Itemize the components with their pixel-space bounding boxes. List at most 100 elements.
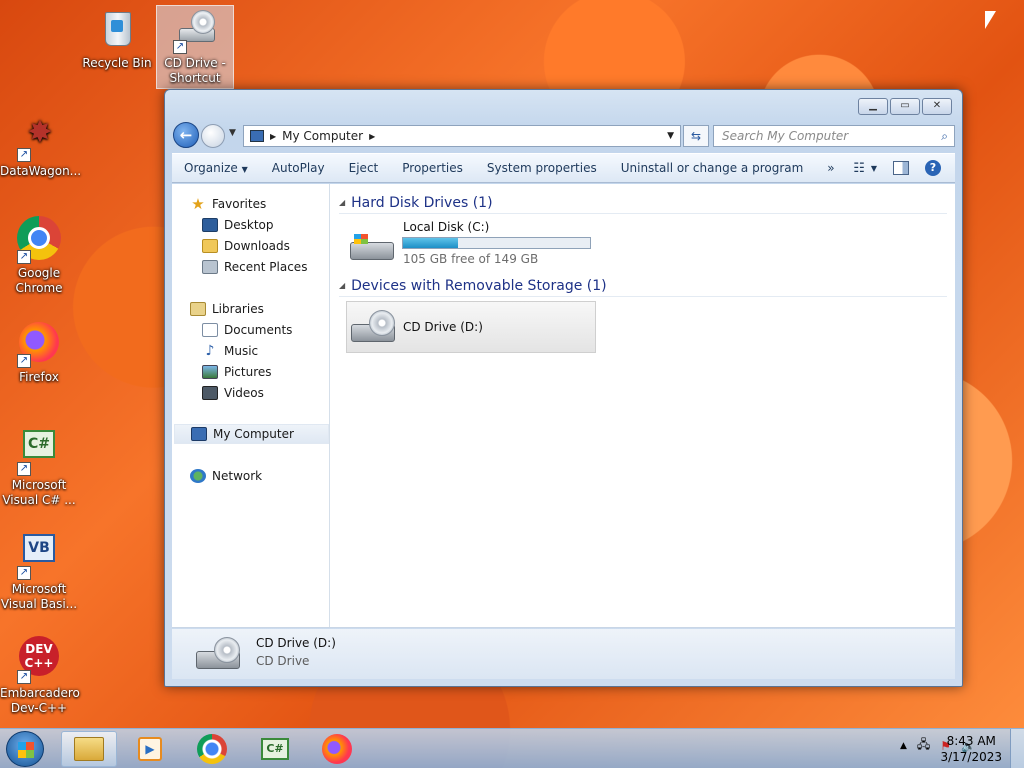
chevron-down-icon: ▼ bbox=[870, 163, 877, 173]
downloads-folder-icon bbox=[202, 239, 218, 253]
nav-network[interactable]: Network bbox=[190, 466, 262, 486]
nav-label: Libraries bbox=[212, 302, 264, 316]
documents-icon bbox=[202, 323, 218, 337]
nav-pictures[interactable]: Pictures bbox=[202, 362, 272, 382]
drive-name: CD Drive (D:) bbox=[403, 320, 483, 334]
desktop-icon-dev-cpp[interactable]: DEV C++ ↗ Embarcadero Dev-C++ bbox=[0, 636, 80, 716]
recent-places-icon bbox=[202, 260, 218, 274]
organize-label: Organize bbox=[184, 161, 238, 175]
change-view-button[interactable]: ☷ ▼ bbox=[853, 161, 877, 176]
details-item-type: CD Drive bbox=[256, 654, 310, 668]
capacity-bar bbox=[402, 237, 591, 249]
more-commands-button[interactable]: » bbox=[815, 161, 846, 175]
drives-view: ◢ Hard Disk Drives (1) Local Disk (C:) 1… bbox=[331, 184, 955, 627]
start-button[interactable] bbox=[6, 731, 44, 767]
nav-label: Pictures bbox=[224, 365, 272, 379]
group-header-hard-disk[interactable]: ◢ Hard Disk Drives (1) bbox=[339, 192, 947, 214]
desktop-icon-label: Recycle Bin bbox=[82, 56, 152, 70]
nav-downloads[interactable]: Downloads bbox=[202, 236, 290, 256]
address-bar[interactable]: ▶ My Computer ▶ ▼ bbox=[243, 125, 681, 147]
eject-button[interactable]: Eject bbox=[337, 161, 391, 175]
music-icon: ♪ bbox=[205, 343, 215, 359]
search-input[interactable]: Search My Computer ⌕ bbox=[713, 125, 955, 147]
address-dropdown-icon[interactable]: ▼ bbox=[667, 131, 674, 141]
details-pane: CD Drive (D:) CD Drive bbox=[172, 629, 955, 679]
nav-label: Videos bbox=[224, 386, 264, 400]
system-properties-button[interactable]: System properties bbox=[475, 161, 609, 175]
nav-label: Recent Places bbox=[224, 260, 308, 274]
close-button[interactable]: ✕ bbox=[922, 98, 952, 115]
desktop-icon-cd-drive-shortcut[interactable]: ↗ CD Drive - Shortcut bbox=[156, 5, 234, 89]
taskbar-media-player[interactable]: ▶ bbox=[122, 731, 178, 767]
back-button[interactable]: ← bbox=[173, 122, 199, 148]
desktop-icon-recycle-bin[interactable]: Recycle Bin bbox=[78, 6, 156, 71]
dev-cpp-icon: DEV C++ ↗ bbox=[15, 636, 63, 684]
visual-csharp-icon: C# ↗ bbox=[15, 428, 63, 476]
view-icon: ☷ bbox=[853, 160, 865, 176]
nav-my-computer[interactable]: My Computer bbox=[174, 424, 329, 444]
organize-button[interactable]: Organize ▼ bbox=[172, 161, 260, 175]
properties-button[interactable]: Properties bbox=[390, 161, 475, 175]
desktop-icon-label: Microsoft Visual Basi... bbox=[0, 582, 78, 611]
show-hidden-icons-icon[interactable]: ▲ bbox=[900, 741, 907, 751]
nav-documents[interactable]: Documents bbox=[202, 320, 292, 340]
maximize-button[interactable]: ▭ bbox=[890, 98, 920, 115]
taskbar-visual-csharp[interactable]: C# bbox=[247, 731, 303, 767]
cd-drive-icon bbox=[194, 637, 242, 673]
show-desktop-button[interactable] bbox=[1010, 729, 1024, 768]
nav-videos[interactable]: Videos bbox=[202, 383, 264, 403]
uninstall-program-button[interactable]: Uninstall or change a program bbox=[609, 161, 816, 175]
desktop-icon-visual-basic[interactable]: VB ↗ Microsoft Visual Basi... bbox=[0, 532, 78, 612]
computer-icon bbox=[250, 130, 264, 142]
desktop-icon-label: CD Drive - Shortcut bbox=[164, 56, 226, 85]
taskbar-explorer[interactable] bbox=[61, 731, 117, 767]
window-controls: ▁ ▭ ✕ bbox=[858, 98, 952, 115]
search-icon[interactable]: ⌕ bbox=[941, 126, 948, 146]
minimize-button[interactable]: ▁ bbox=[858, 98, 888, 115]
visual-csharp-icon: C# bbox=[261, 738, 289, 760]
hard-disk-icon bbox=[348, 228, 396, 264]
firefox-icon: ↗ bbox=[15, 320, 63, 368]
desktop-icon-visual-csharp[interactable]: C# ↗ Microsoft Visual C# ... bbox=[0, 428, 78, 508]
autoplay-button[interactable]: AutoPlay bbox=[260, 161, 337, 175]
nav-desktop[interactable]: Desktop bbox=[202, 215, 274, 235]
breadcrumb-my-computer[interactable]: My Computer bbox=[282, 129, 363, 143]
collapse-triangle-icon[interactable]: ◢ bbox=[339, 281, 345, 290]
taskbar-firefox[interactable] bbox=[309, 731, 365, 767]
taskbar-chrome[interactable] bbox=[184, 731, 240, 767]
address-row: ← ▼ ▶ My Computer ▶ ▼ ⇆ Search My Comput… bbox=[173, 122, 955, 148]
help-icon[interactable]: ? bbox=[925, 160, 941, 176]
nav-music[interactable]: ♪ Music bbox=[202, 341, 259, 361]
clock[interactable]: 8:43 AM 3/17/2023 bbox=[940, 733, 1002, 765]
drive-item-local-disk[interactable]: Local Disk (C:) 105 GB free of 149 GB bbox=[346, 220, 596, 268]
desktop-icon-label: Embarcadero Dev-C++ bbox=[0, 686, 80, 715]
group-header-removable[interactable]: ◢ Devices with Removable Storage (1) bbox=[339, 275, 947, 297]
nav-libraries[interactable]: Libraries bbox=[190, 299, 264, 319]
breadcrumb-separator-icon[interactable]: ▶ bbox=[369, 132, 375, 141]
nav-recent-places[interactable]: Recent Places bbox=[202, 257, 307, 277]
shortcut-arrow-icon: ↗ bbox=[173, 40, 187, 54]
breadcrumb-separator-icon[interactable]: ▶ bbox=[270, 132, 276, 141]
preview-pane-button[interactable] bbox=[893, 161, 909, 175]
nav-label: Favorites bbox=[212, 197, 267, 211]
refresh-button[interactable]: ⇆ bbox=[683, 125, 709, 147]
nav-favorites[interactable]: ★ Favorites bbox=[190, 194, 266, 214]
recent-pages-dropdown[interactable]: ▼ bbox=[229, 128, 236, 138]
forward-button[interactable] bbox=[201, 124, 225, 148]
cd-drive-icon bbox=[349, 310, 397, 346]
desktop-icon bbox=[202, 218, 218, 232]
computer-icon bbox=[191, 427, 207, 441]
mouse-cursor-icon bbox=[985, 11, 996, 29]
desktop-icon-google-chrome[interactable]: ↗ Google Chrome bbox=[0, 216, 78, 296]
desktop-icon-datawagon[interactable]: ✸ ↗ DataWagon... bbox=[0, 114, 81, 179]
nav-label: Music bbox=[224, 344, 259, 358]
desktop-icon-firefox[interactable]: ↗ Firefox bbox=[0, 320, 78, 385]
recycle-bin-icon bbox=[93, 6, 141, 54]
drive-item-cd-drive[interactable]: CD Drive (D:) bbox=[346, 301, 596, 353]
capacity-bar-fill bbox=[403, 238, 459, 248]
nav-label: Network bbox=[212, 469, 263, 483]
collapse-triangle-icon[interactable]: ◢ bbox=[339, 198, 345, 207]
explorer-window[interactable]: ▁ ▭ ✕ ← ▼ ▶ My Computer ▶ ▼ ⇆ Search My … bbox=[164, 89, 963, 687]
network-tray-icon[interactable]: 🖧 bbox=[917, 735, 930, 756]
nav-label: Documents bbox=[224, 323, 293, 337]
